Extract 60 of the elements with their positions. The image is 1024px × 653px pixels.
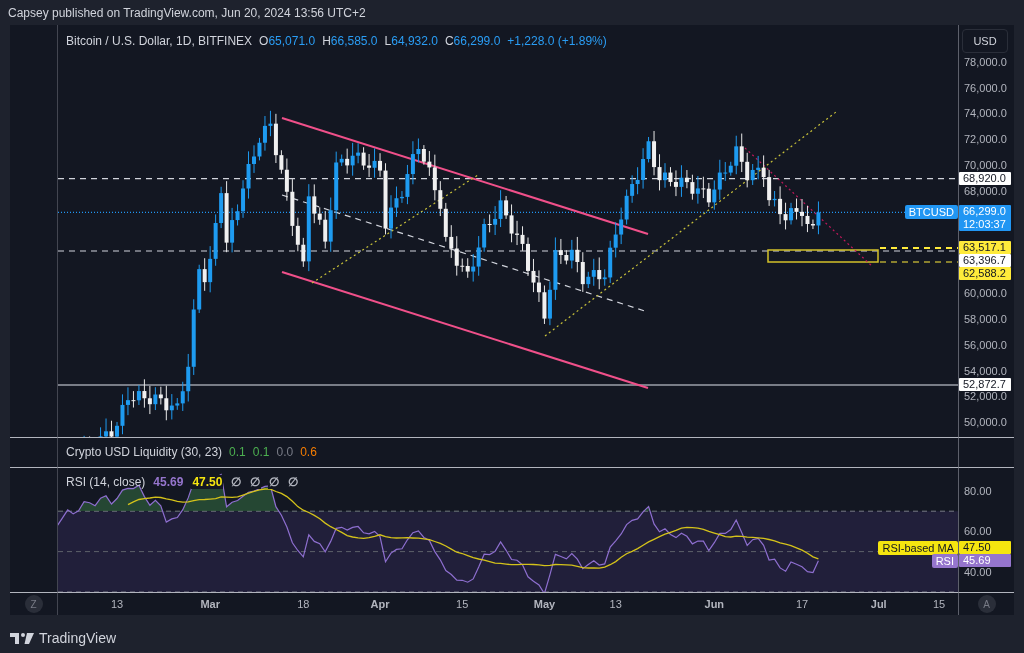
time-label: Apr	[370, 598, 390, 610]
rsi-tick: 80.00	[964, 484, 992, 498]
currency-button[interactable]: USD	[962, 29, 1008, 53]
ohlc-value: H66,585.0	[322, 34, 378, 48]
price-tick: 68,000.0	[964, 184, 1007, 198]
price-tick: 58,000.0	[964, 312, 1007, 327]
price-tick: 74,000.0	[964, 106, 1007, 121]
price-tick: 60,000.0	[964, 286, 1007, 301]
indicator-title: Crypto USD Liquidity (30, 23)	[66, 445, 223, 459]
price-label: 62,588.2	[959, 267, 1011, 281]
ohlc-value: C66,299.0	[444, 34, 501, 48]
time-label: 17	[795, 598, 809, 610]
price-label: 52,872.7	[959, 378, 1011, 391]
price-label: 68,920.0	[959, 171, 1011, 185]
ohlc-value: O65,071.0	[259, 34, 316, 48]
logo-icon	[10, 632, 34, 644]
price-label: 63,517.1	[959, 241, 1011, 255]
symbol-tag: BTCUSD	[904, 205, 958, 220]
indicator-value: 0.1	[252, 445, 270, 459]
indicator-value: 0.6	[300, 445, 317, 459]
time-label: Jun	[704, 598, 725, 610]
time-label: Jul	[870, 598, 887, 610]
indicator-label: 47.50	[959, 540, 1011, 554]
indicator-value: 0.1	[229, 445, 246, 459]
indicator-value: ∅	[230, 475, 243, 489]
price-tick: 56,000.0	[964, 337, 1007, 352]
indicator-value: 47.50	[191, 475, 224, 489]
time-label: 13	[609, 598, 622, 610]
price-tick: 78,000.0	[964, 55, 1007, 69]
time-label: May	[533, 598, 556, 610]
price-tick: 70,000.0	[964, 157, 1007, 172]
price-tick: 54,000.0	[964, 363, 1007, 378]
attribution-text: Capsey published on TradingView.com, Jun 20, 2024 13:56 UTC+2	[7, 5, 367, 22]
price-tick: 52,000.0	[964, 390, 1007, 404]
indicator-value: ∅	[287, 475, 300, 489]
change-value: +1,228.0 (+1.89%)	[507, 34, 607, 48]
time-label: 13	[110, 598, 124, 610]
indicator-value: 0.0	[276, 445, 294, 459]
symbol-title: Bitcoin / U.S. Dollar, 1D, BITFINEX	[66, 34, 253, 48]
rsi-tick: 60.00	[964, 524, 992, 539]
time-label: 15	[456, 598, 469, 610]
candlestick	[89, 435, 91, 437]
indicator-value: ∅	[249, 475, 262, 489]
price-tick: 72,000.0	[964, 132, 1007, 147]
candlestick	[83, 435, 85, 437]
zoom-button[interactable]: Z	[24, 595, 43, 613]
indicator-title: RSI (14, close)	[66, 475, 146, 489]
time-label: 18	[297, 598, 310, 610]
time-label: 15	[932, 598, 946, 610]
price-label: 63,396.7	[959, 254, 1011, 268]
logo-text: TradingView	[39, 630, 117, 646]
price-label: 66,299.0 12:03:37	[959, 205, 1011, 232]
price-tick: 76,000.0	[964, 80, 1007, 95]
indicator-value: 45.69	[152, 475, 185, 489]
ohlc-value: L64,932.0	[384, 34, 438, 48]
rsi-tick: 40.00	[964, 564, 992, 579]
indicator-value: ∅	[268, 475, 281, 489]
price-tick: 50,000.0	[964, 414, 1007, 429]
auto-scale-button[interactable]: A	[977, 595, 996, 613]
time-label: Mar	[200, 598, 220, 610]
